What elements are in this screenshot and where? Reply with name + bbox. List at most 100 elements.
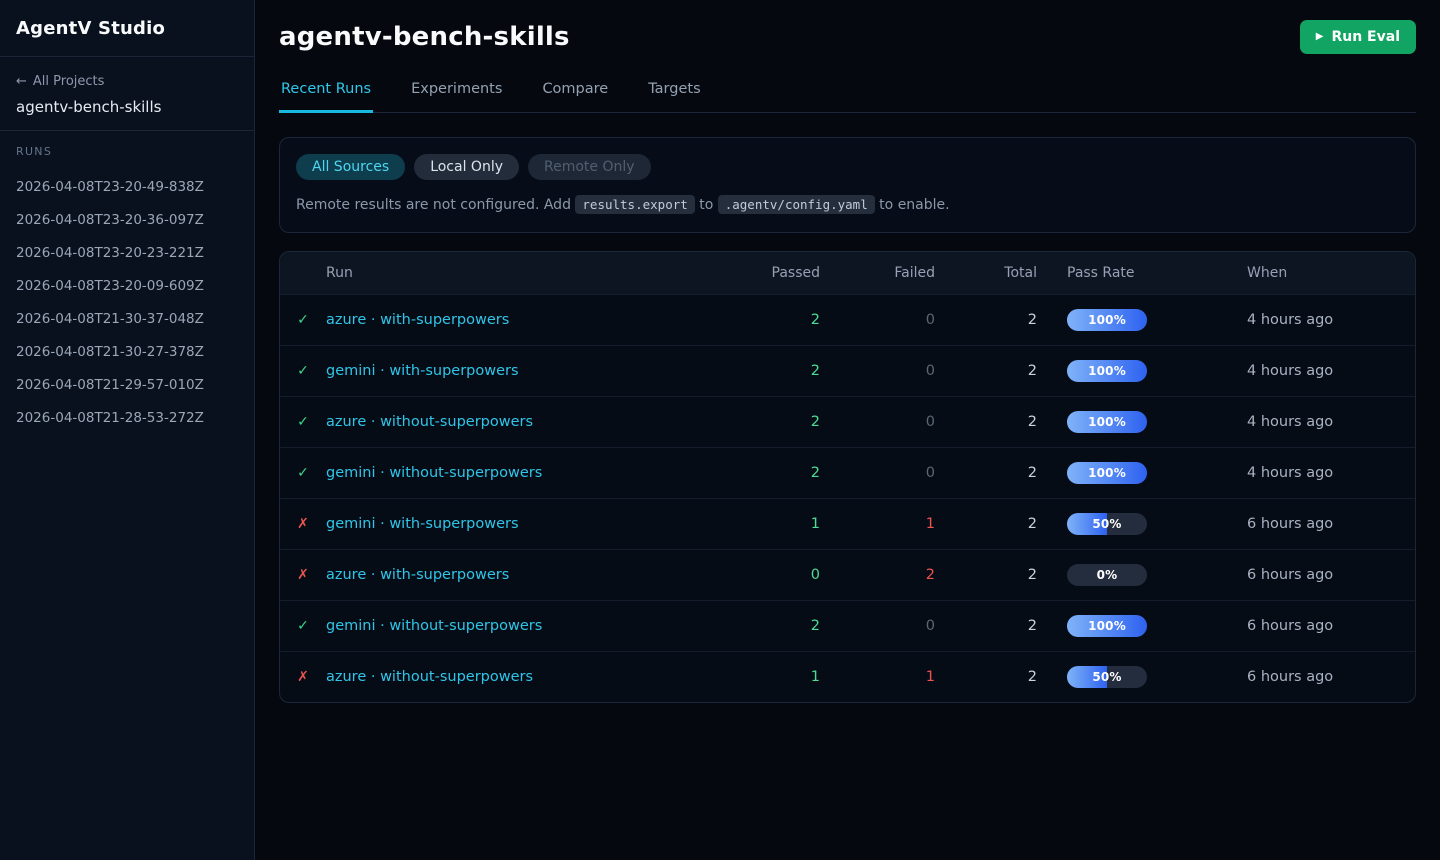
all-projects-link[interactable]: ← All Projects <box>16 74 104 89</box>
source-filter-local-only[interactable]: Local Only <box>414 154 519 180</box>
total-count: 2 <box>935 295 1037 346</box>
sidebar-run-item[interactable]: 2026-04-08T21-28-53-272Z <box>16 401 238 434</box>
tab-experiments[interactable]: Experiments <box>409 81 504 113</box>
sidebar: AgentV Studio ← All Projects agentv-benc… <box>0 0 255 860</box>
sidebar-header: AgentV Studio <box>0 0 254 57</box>
tab-compare[interactable]: Compare <box>540 81 610 113</box>
tab-label: Compare <box>542 81 608 97</box>
app-root: AgentV Studio ← All Projects agentv-benc… <box>0 0 1440 860</box>
code-results-export: results.export <box>575 195 694 214</box>
sidebar-run-item[interactable]: 2026-04-08T23-20-09-609Z <box>16 269 238 302</box>
run-link[interactable]: azure · without-superpowers <box>326 669 533 685</box>
sidebar-runs-section: RUNS 2026-04-08T23-20-49-838Z2026-04-08T… <box>0 131 254 448</box>
column-header-when: When <box>1247 252 1415 295</box>
source-filter-pill-label: Local Only <box>430 159 503 175</box>
run-link[interactable]: azure · without-superpowers <box>326 414 533 430</box>
passed-count: 2 <box>700 397 820 448</box>
total-count: 2 <box>935 652 1037 703</box>
table-row: ✓ azure · with-superpowers 2 0 2 100% 4 … <box>280 295 1415 346</box>
run-when: 4 hours ago <box>1247 397 1415 448</box>
pass-rate-label: 100% <box>1067 360 1147 382</box>
pass-rate-label: 100% <box>1067 462 1147 484</box>
pass-rate-badge: 100% <box>1067 360 1147 382</box>
column-header-passed: Passed <box>700 252 820 295</box>
notice-text: to enable. <box>875 197 950 213</box>
run-when: 6 hours ago <box>1247 601 1415 652</box>
pass-rate-badge: 100% <box>1067 462 1147 484</box>
sidebar-runs-list: 2026-04-08T23-20-49-838Z 2026-04-08T23-20… <box>16 170 238 434</box>
run-eval-button[interactable]: ▶ Run Eval <box>1300 20 1416 54</box>
cross-icon: ✗ <box>280 652 326 703</box>
check-icon: ✓ <box>280 397 326 448</box>
sidebar-run-item-label: 2026-04-08T21-30-27-378Z <box>16 344 204 360</box>
column-header-run: Run <box>326 252 700 295</box>
tab-label: Experiments <box>411 81 502 97</box>
pass-rate-badge: 100% <box>1067 411 1147 433</box>
pass-rate-label: 50% <box>1067 666 1147 688</box>
back-arrow-icon: ← <box>16 74 27 89</box>
table-row: ✗ azure · without-superpowers 1 1 2 50% … <box>280 652 1415 703</box>
tab-bar: Recent Runs Experiments Compare Targets <box>279 81 1416 113</box>
sidebar-run-item[interactable]: 2026-04-08T21-29-57-010Z <box>16 368 238 401</box>
failed-count: 1 <box>820 499 935 550</box>
page-header: agentv-bench-skills ▶ Run Eval <box>279 20 1416 54</box>
check-icon: ✓ <box>280 601 326 652</box>
run-link[interactable]: gemini · with-superpowers <box>326 516 519 532</box>
passed-count: 2 <box>700 346 820 397</box>
run-link[interactable]: gemini · with-superpowers <box>326 363 519 379</box>
sidebar-run-item[interactable]: 2026-04-08T23-20-49-838Z <box>16 170 238 203</box>
table-row: ✓ gemini · without-superpowers 2 0 2 100… <box>280 601 1415 652</box>
runs-table-body: ✓ azure · with-superpowers 2 0 2 100% 4 … <box>280 295 1415 703</box>
column-header-pass-rate: Pass Rate <box>1037 252 1247 295</box>
tab-label: Targets <box>648 81 700 97</box>
sidebar-run-item[interactable]: 2026-04-08T21-30-37-048Z <box>16 302 238 335</box>
total-count: 2 <box>935 550 1037 601</box>
table-row: ✓ azure · without-superpowers 2 0 2 100%… <box>280 397 1415 448</box>
sidebar-run-item-label: 2026-04-08T21-29-57-010Z <box>16 377 204 393</box>
code-config-yaml: .agentv/config.yaml <box>718 195 875 214</box>
source-filter-all-sources[interactable]: All Sources <box>296 154 405 180</box>
run-link[interactable]: gemini · without-superpowers <box>326 618 542 634</box>
sidebar-project-section: ← All Projects agentv-bench-skills <box>0 57 254 131</box>
sidebar-run-item[interactable]: 2026-04-08T23-20-36-097Z <box>16 203 238 236</box>
pass-rate-badge: 100% <box>1067 615 1147 637</box>
failed-count: 0 <box>820 397 935 448</box>
sidebar-run-item[interactable]: 2026-04-08T23-20-23-221Z <box>16 236 238 269</box>
pass-rate-label: 100% <box>1067 615 1147 637</box>
pass-rate-badge: 50% <box>1067 666 1147 688</box>
run-link[interactable]: azure · with-superpowers <box>326 312 509 328</box>
run-when: 6 hours ago <box>1247 652 1415 703</box>
failed-count: 0 <box>820 295 935 346</box>
total-count: 2 <box>935 346 1037 397</box>
run-link[interactable]: azure · with-superpowers <box>326 567 509 583</box>
pass-rate-badge: 50% <box>1067 513 1147 535</box>
pass-rate-label: 50% <box>1067 513 1147 535</box>
pass-rate-label: 100% <box>1067 309 1147 331</box>
source-filter-card: All SourcesLocal OnlyRemote Only Remote … <box>279 137 1416 233</box>
sidebar-run-item-label: 2026-04-08T23-20-49-838Z <box>16 179 204 195</box>
sidebar-run-item[interactable]: 2026-04-08T21-30-27-378Z <box>16 335 238 368</box>
tab-recent-runs[interactable]: Recent Runs <box>279 81 373 113</box>
tab-label: Recent Runs <box>281 81 371 97</box>
remote-config-notice: Remote results are not configured. Add r… <box>296 197 1399 213</box>
play-icon: ▶ <box>1316 32 1324 42</box>
passed-count: 0 <box>700 550 820 601</box>
failed-count: 1 <box>820 652 935 703</box>
run-when: 4 hours ago <box>1247 346 1415 397</box>
run-when: 6 hours ago <box>1247 499 1415 550</box>
pass-rate-badge: 100% <box>1067 309 1147 331</box>
total-count: 2 <box>935 397 1037 448</box>
runs-table: Run Passed Failed Total Pass Rate When ✓… <box>280 252 1415 702</box>
tab-targets[interactable]: Targets <box>646 81 702 113</box>
notice-text: Remote results are not configured. Add <box>296 197 575 213</box>
column-header-failed: Failed <box>820 252 935 295</box>
table-row: ✓ gemini · without-superpowers 2 0 2 100… <box>280 448 1415 499</box>
failed-count: 0 <box>820 601 935 652</box>
passed-count: 2 <box>700 601 820 652</box>
total-count: 2 <box>935 448 1037 499</box>
notice-text: to <box>695 197 718 213</box>
run-link[interactable]: gemini · without-superpowers <box>326 465 542 481</box>
runs-table-card: Run Passed Failed Total Pass Rate When ✓… <box>279 251 1416 703</box>
sidebar-project-name: agentv-bench-skills <box>16 98 238 116</box>
total-count: 2 <box>935 499 1037 550</box>
